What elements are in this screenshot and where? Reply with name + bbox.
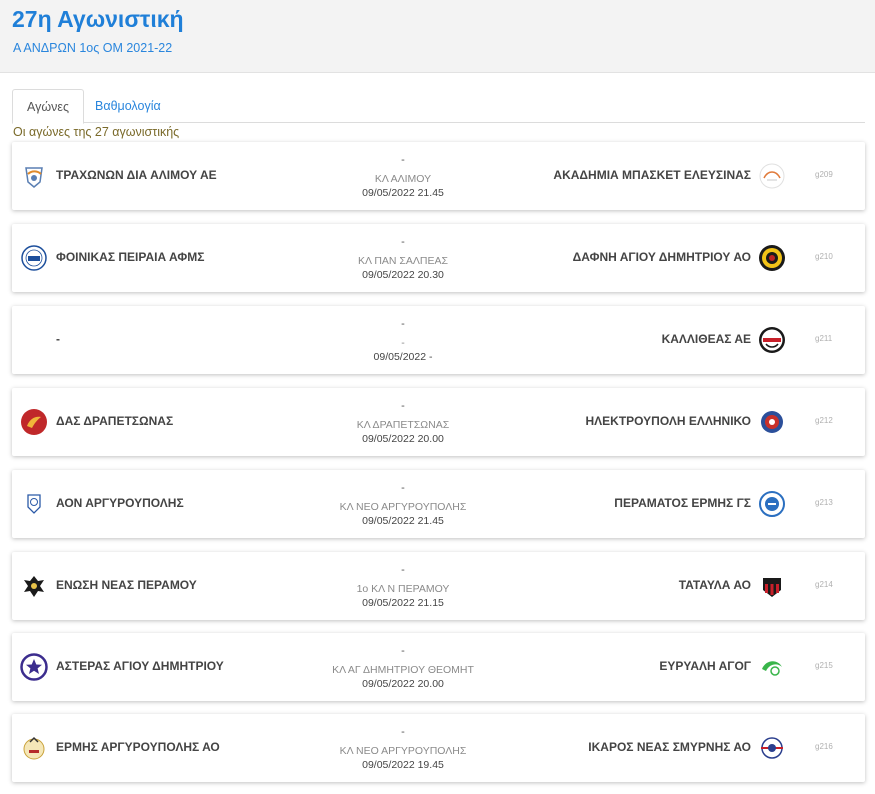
tab-standings[interactable]: Βαθμολογία: [81, 89, 175, 123]
home-team-name[interactable]: ΤΡΑΧΩΝΩΝ ΔΙΑ ΑΛΙΜΟΥ ΑΕ: [56, 168, 217, 182]
match-info: - ΚΛ ΝΕΟ ΑΡΓΥΡΟΥΠΟΛΗΣ 09/05/2022 19.45: [303, 726, 503, 772]
match-info: - ΚΛ ΔΡΑΠΕΤΣΩΝΑΣ 09/05/2022 20.00: [303, 400, 503, 446]
match-venue: -: [401, 337, 405, 349]
das-drapetsonas-logo-icon: [21, 409, 47, 435]
match-datetime: 09/05/2022 20.00: [362, 678, 444, 690]
page-subtitle[interactable]: Α ΑΝΔΡΩΝ 1ος ΟΜ 2021-22: [13, 41, 172, 55]
match-info: - ΚΛ ΝΕΟ ΑΡΓΥΡΟΥΠΟΛΗΣ 09/05/2022 21.45: [303, 482, 503, 528]
match-score: -: [401, 645, 405, 657]
aon-argyroupolis-logo-icon: [27, 494, 41, 514]
evryali-logo-icon: [762, 661, 782, 676]
match-score: -: [401, 154, 405, 166]
match-score: -: [401, 482, 405, 494]
match-datetime: 09/05/2022 19.45: [362, 759, 444, 771]
match-datetime: 09/05/2022 20.00: [362, 433, 444, 445]
matches-caption: Οι αγώνες της 27 αγωνιστικής: [13, 125, 180, 139]
match-score: -: [401, 318, 405, 330]
akadimia-elefsinas-logo-icon: [759, 163, 785, 189]
match-card[interactable]: ΑΟΝ ΑΡΓΥΡΟΥΠΟΛΗΣ - ΚΛ ΝΕΟ ΑΡΓΥΡΟΥΠΟΛΗΣ 0…: [12, 470, 865, 538]
match-venue: ΚΛ ΝΕΟ ΑΡΓΥΡΟΥΠΟΛΗΣ: [339, 745, 467, 757]
match-code: g212: [815, 416, 833, 425]
home-team-name[interactable]: ΦΟΙΝΙΚΑΣ ΠΕΙΡΑΙΑ ΑΦΜΣ: [56, 250, 204, 264]
peramatos-ermis-logo-icon: [759, 491, 785, 517]
match-score: -: [401, 236, 405, 248]
ikaros-logo-icon: [761, 737, 783, 759]
match-code: g214: [815, 580, 833, 589]
kallitheas-logo-icon: [759, 327, 785, 353]
home-team-name[interactable]: ΔΑΣ ΔΡΑΠΕΤΣΩΝΑΣ: [56, 414, 173, 428]
match-card[interactable]: ΔΑΣ ΔΡΑΠΕΤΣΩΝΑΣ - ΚΛ ΔΡΑΠΕΤΣΩΝΑΣ 09/05/2…: [12, 388, 865, 456]
match-venue: ΚΛ ΠΑΝ ΣΑΛΠΕΑΣ: [357, 255, 449, 267]
match-datetime: 09/05/2022 21.15: [362, 597, 444, 609]
away-team-name[interactable]: ΑΚΑΔΗΜΙΑ ΜΠΑΣΚΕΤ ΕΛΕΥΣΙΝΑΣ: [553, 168, 751, 182]
ermis-argyroupolis-logo-icon: [23, 736, 45, 760]
match-card[interactable]: ΑΣΤΕΡΑΣ ΑΓΙΟΥ ΔΗΜΗΤΡΙΟΥ - ΚΛ ΑΓ ΔΗΜΗΤΡΙΟ…: [12, 633, 865, 701]
match-card[interactable]: - - - 09/05/2022 - ΚΑΛΛΙΘΕΑΣ ΑΕ g211: [12, 306, 865, 374]
dafni-logo-icon: [759, 245, 785, 271]
match-datetime: 09/05/2022 21.45: [362, 187, 444, 199]
match-code: g210: [815, 252, 833, 261]
tab-matches[interactable]: Αγώνες: [12, 89, 84, 124]
away-team-name[interactable]: ΤΑΤΑΥΛΑ ΑΟ: [679, 578, 751, 592]
match-info: - - 09/05/2022 -: [303, 318, 503, 364]
away-team-name[interactable]: ΗΛΕΚΤΡΟΥΠΟΛΗ ΕΛΛΗΝΙΚΟ: [586, 414, 752, 428]
tab-bar: Αγώνες Βαθμολογία: [12, 89, 865, 124]
match-info: - ΚΛ ΑΛΙΜΟΥ 09/05/2022 21.45: [303, 154, 503, 200]
foinikas-logo-icon: [21, 245, 47, 271]
match-code: g215: [815, 661, 833, 670]
match-datetime: 09/05/2022 21.45: [362, 515, 444, 527]
away-team-name[interactable]: ΚΑΛΛΙΘΕΑΣ ΑΕ: [662, 332, 751, 346]
away-team-name[interactable]: ΠΕΡΑΜΑΤΟΣ ΕΡΜΗΣ ΓΣ: [614, 496, 751, 510]
match-card[interactable]: ΕΝΩΣΗ ΝΕΑΣ ΠΕΡΑΜΟΥ - 1ο ΚΛ Ν ΠΕΡΑΜΟΥ 09/…: [12, 552, 865, 620]
match-datetime: 09/05/2022 -: [373, 351, 433, 363]
asteras-logo-icon: [20, 653, 48, 681]
home-team-name[interactable]: ΕΡΜΗΣ ΑΡΓΥΡΟΥΠΟΛΗΣ ΑΟ: [56, 740, 220, 754]
match-info: - 1ο ΚΛ Ν ΠΕΡΑΜΟΥ 09/05/2022 21.15: [303, 564, 503, 610]
away-team-name[interactable]: ΙΚΑΡΟΣ ΝΕΑΣ ΣΜΥΡΝΗΣ ΑΟ: [588, 740, 751, 754]
match-score: -: [401, 400, 405, 412]
page-title: 27η Αγωνιστική: [12, 6, 184, 32]
ilektroupoli-logo-icon: [761, 411, 783, 433]
match-card[interactable]: ΦΟΙΝΙΚΑΣ ΠΕΙΡΑΙΑ ΑΦΜΣ - ΚΛ ΠΑΝ ΣΑΛΠΕΑΣ 0…: [12, 224, 865, 292]
trachones-logo-icon: [25, 167, 43, 188]
home-team-name[interactable]: ΑΣΤΕΡΑΣ ΑΓΙΟΥ ΔΗΜΗΤΡΙΟΥ: [56, 659, 224, 673]
match-code: g213: [815, 498, 833, 507]
match-venue: ΚΛ ΑΛΙΜΟΥ: [374, 173, 432, 185]
match-venue: ΚΛ ΑΓ ΔΗΜΗΤΡΙΟΥ ΘΕΟΜΗΤ: [332, 664, 474, 676]
match-code: g209: [815, 170, 833, 179]
match-code: g211: [815, 334, 833, 343]
match-card[interactable]: ΕΡΜΗΣ ΑΡΓΥΡΟΥΠΟΛΗΣ ΑΟ - ΚΛ ΝΕΟ ΑΡΓΥΡΟΥΠΟ…: [12, 714, 865, 782]
home-team-name[interactable]: -: [56, 332, 60, 346]
match-score: -: [401, 564, 405, 576]
away-team-name[interactable]: ΔΑΦΝΗ ΑΓΙΟΥ ΔΗΜΗΤΡΙΟΥ ΑΟ: [573, 250, 751, 264]
match-card[interactable]: ΤΡΑΧΩΝΩΝ ΔΙΑ ΑΛΙΜΟΥ ΑΕ - ΚΛ ΑΛΙΜΟΥ 09/05…: [12, 142, 865, 210]
match-venue: 1ο ΚΛ Ν ΠΕΡΑΜΟΥ: [356, 583, 450, 595]
away-team-name[interactable]: ΕΥΡΥΑΛΗ ΑΓΟΓ: [659, 659, 751, 673]
enosi-peramou-logo-icon: [24, 576, 44, 597]
match-datetime: 09/05/2022 20.30: [362, 269, 444, 281]
match-info: - ΚΛ ΑΓ ΔΗΜΗΤΡΙΟΥ ΘΕΟΜΗΤ 09/05/2022 20.0…: [303, 645, 503, 691]
home-team-name[interactable]: ΑΟΝ ΑΡΓΥΡΟΥΠΟΛΗΣ: [56, 496, 184, 510]
tatavla-logo-icon: [763, 578, 781, 597]
home-team-name[interactable]: ΕΝΩΣΗ ΝΕΑΣ ΠΕΡΑΜΟΥ: [56, 578, 197, 592]
match-venue: ΚΛ ΝΕΟ ΑΡΓΥΡΟΥΠΟΛΗΣ: [339, 501, 467, 513]
match-code: g216: [815, 742, 833, 751]
match-venue: ΚΛ ΔΡΑΠΕΤΣΩΝΑΣ: [356, 419, 450, 431]
match-score: -: [401, 726, 405, 738]
match-info: - ΚΛ ΠΑΝ ΣΑΛΠΕΑΣ 09/05/2022 20.30: [303, 236, 503, 282]
page-header: 27η Αγωνιστική Α ΑΝΔΡΩΝ 1ος ΟΜ 2021-22: [0, 0, 875, 73]
